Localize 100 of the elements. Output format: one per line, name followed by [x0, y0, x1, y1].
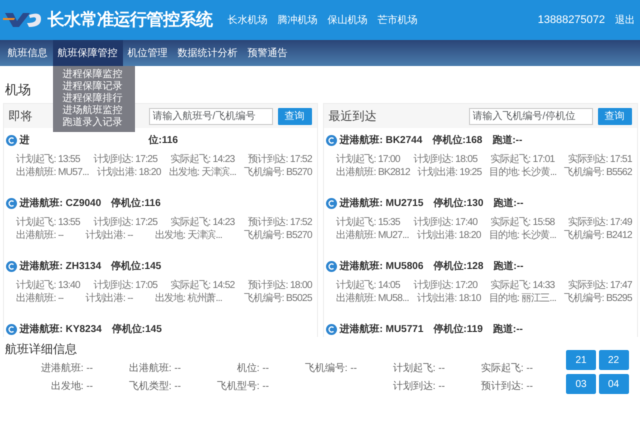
flight-field: 出发地: 天津滨...: [168, 166, 236, 179]
flight-field: 计划起飞: 13:40: [16, 279, 80, 292]
flight-header-text: 跑道:--: [493, 196, 524, 211]
menu-item[interactable]: 跑道录入记录: [52, 117, 134, 129]
number-button[interactable]: 04: [598, 374, 628, 394]
flight-field: 飞机编号: B5025: [244, 292, 312, 305]
detail-field: 预计到达: --: [445, 378, 533, 396]
circle-c-icon: [6, 198, 17, 209]
flight-field: 计划到达: 18:05: [413, 153, 478, 166]
flight-header-text: 跑道:--: [492, 322, 523, 337]
flight-field: 出港航班: BK2812: [336, 166, 410, 179]
detail-field: 出发地: --: [5, 378, 93, 396]
detail-field: 进港航班: --: [5, 360, 93, 378]
flight-field: 计划出港: 18:20: [416, 229, 481, 242]
flight-field: 预计到达: 18:00: [248, 279, 312, 292]
menu-item[interactable]: 进程保障排行: [52, 93, 134, 105]
flight-field: 出港航班: --: [16, 229, 64, 242]
airport-link[interactable]: 腾冲机场: [278, 12, 318, 28]
flight-field: 实际起飞: 14:52: [170, 279, 235, 292]
flight-header-text: 进港航班: MU5771: [340, 322, 424, 337]
flight-field: 计划出港: 18:20: [96, 166, 161, 179]
number-button[interactable]: 21: [566, 350, 596, 370]
flight-field: 计划出港: --: [85, 229, 133, 242]
flight-header-text: 跑道:--: [492, 134, 522, 148]
flight-field: 实际起飞: 17:01: [490, 153, 555, 166]
detail-field: 计划起飞: --: [357, 360, 445, 378]
flight-field: 实际起飞: 15:58: [490, 216, 555, 229]
flight-header-text: 停机位:128: [433, 260, 484, 274]
nav-tab[interactable]: 数据统计分析: [172, 40, 242, 66]
nav-tab[interactable]: 预警通告: [242, 40, 292, 66]
detail-field: 实际起飞: --: [445, 360, 533, 378]
flight-field: 计划到达: 17:40: [413, 216, 478, 229]
flight-field: 计划出港: --: [85, 292, 133, 305]
detail-field: 飞机编号: --: [269, 360, 357, 378]
flight-field: 出发地: 杭州萧...: [154, 292, 222, 305]
flight-header-text: 停机位:116: [111, 196, 161, 211]
flight-field: 出港航班: MU58...: [336, 292, 409, 305]
query-button[interactable]: 查询: [598, 108, 632, 124]
airport-link[interactable]: 保山机场: [328, 12, 368, 28]
logout-link[interactable]: 退出: [615, 12, 635, 28]
nav-tab[interactable]: 航班信息: [2, 40, 52, 66]
flight-field: 出发地: 天津滨...: [154, 229, 222, 242]
app-title: 长水常准运行管控系统: [48, 9, 212, 32]
flight-field: 飞机编号: B5270: [244, 166, 312, 179]
flight-header-text: 进港航班: MU5806: [340, 259, 424, 274]
circle-c-icon: [6, 324, 17, 335]
flight-header-text: 进港航班: BK2744: [340, 133, 422, 148]
circle-c-icon: [326, 135, 337, 146]
flight-field: 实际到达: 17:47: [568, 279, 632, 292]
flight-field: 实际起飞: 14:33: [490, 279, 555, 292]
page-title: 机场: [5, 82, 31, 97]
circle-c-icon: [326, 198, 337, 209]
flight-field: 目的地: 长沙黄...: [488, 229, 556, 242]
flight-field: 出港航班: --: [16, 292, 64, 305]
airport-link[interactable]: 芒市机场: [378, 12, 418, 28]
flight-field: 实际起飞: 14:23: [170, 216, 235, 229]
flight-field: 计划出港: 19:25: [418, 166, 482, 179]
flight-field: 飞机编号: B2412: [564, 229, 632, 242]
circle-c-icon: [326, 261, 337, 272]
section-title: 航班详细信息: [5, 340, 78, 358]
flight-field: 计划到达: 17:25: [93, 216, 158, 229]
menu-item[interactable]: 进程保障监控: [52, 69, 134, 81]
menu-item[interactable]: 进场航班监控: [52, 105, 134, 117]
nav-tab[interactable]: 机位管理: [122, 40, 172, 66]
flight-header-text: 停机位:145: [112, 322, 162, 337]
flight-field: 出港航班: MU57...: [16, 166, 89, 179]
flight-field: 飞机编号: B5270: [244, 229, 312, 242]
flight-field: 计划出港: 18:10: [416, 292, 481, 305]
flight-field: 实际到达: 17:51: [568, 153, 632, 166]
number-button[interactable]: 22: [598, 350, 628, 370]
flight-header-text: 进港航班: ZH3134: [20, 259, 102, 274]
airport-link[interactable]: 长水机场: [228, 12, 268, 28]
detail-field: 出港航班: --: [93, 360, 181, 378]
flight-field: 出港航班: MU27...: [336, 229, 409, 242]
flight-header-text: 进港航班: KY8234: [20, 322, 102, 337]
circle-c-icon: [6, 261, 17, 272]
flight-header-text: 进: [20, 134, 30, 148]
flight-header-text: 停机位:145: [111, 260, 162, 274]
flight-field: 目的地: 长沙黄...: [489, 166, 556, 179]
flight-field: 计划起飞: 15:35: [336, 216, 400, 229]
phone-number: 13888275072: [538, 12, 605, 28]
panel-title: 最近到达: [328, 108, 376, 125]
flight-header-text: 停机位:130: [433, 196, 484, 211]
search-field[interactable]: 请输入航班号/飞机编号: [148, 108, 272, 124]
nav-tab[interactable]: 航班保障管控: [52, 40, 122, 66]
number-button[interactable]: 03: [566, 374, 596, 394]
flight-header-text: 进港航班: CZ9040: [20, 196, 102, 211]
flight-field: 计划起飞: 17:00: [336, 153, 400, 166]
detail-field: 机位: --: [181, 360, 269, 378]
flight-field: 计划到达: 17:05: [93, 279, 158, 292]
flight-field: 飞机编号: B5295: [564, 292, 632, 305]
flight-field: 计划到达: 17:20: [413, 279, 478, 292]
detail-field: 飞机型号: --: [181, 378, 269, 396]
query-button[interactable]: 查询: [278, 108, 312, 124]
flight-field: 计划起飞: 14:05: [336, 279, 400, 292]
search-field[interactable]: 请输入飞机编号/停机位: [468, 108, 592, 124]
flight-field: 计划到达: 17:25: [93, 153, 158, 166]
detail-field: 飞机类型: --: [93, 378, 181, 396]
menu-item[interactable]: 进程保障记录: [52, 81, 134, 93]
circle-c-icon: [326, 324, 337, 335]
